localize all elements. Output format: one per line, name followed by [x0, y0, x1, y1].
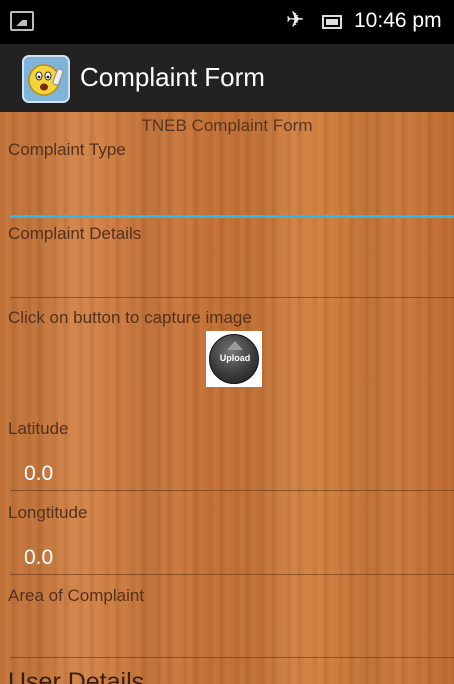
complaint-form: TNEB Complaint Form Complaint Type Compl…: [0, 112, 454, 684]
latitude-label: Latitude: [8, 419, 69, 438]
status-time: 10:46 pm: [354, 9, 442, 32]
complaint-type-label: Complaint Type: [8, 140, 126, 159]
upload-button[interactable]: Upload: [206, 331, 262, 387]
area-of-complaint-label: Area of Complaint: [8, 586, 145, 605]
action-bar: Complaint Form: [0, 44, 454, 112]
page-title: Complaint Form: [80, 62, 265, 92]
latitude-input[interactable]: 0.0: [10, 461, 454, 491]
notification-image-icon: [10, 11, 34, 31]
latitude-value: 0.0: [24, 462, 54, 485]
capture-image-label: Click on button to capture image: [8, 308, 252, 327]
upload-button-label: Upload: [219, 353, 251, 363]
battery-icon: [322, 15, 342, 29]
airplane-mode-icon: ✈: [286, 8, 305, 33]
complaint-type-input[interactable]: [10, 188, 454, 218]
status-bar: ✈ 10:46 pm: [0, 0, 454, 44]
app-screen: ✈ 10:46 pm Complaint Form TNEB Complaint…: [0, 0, 454, 684]
complaint-details-input[interactable]: [10, 268, 454, 298]
complaint-details-label: Complaint Details: [8, 224, 142, 243]
form-heading: TNEB Complaint Form: [141, 116, 313, 135]
user-details-heading: User Details: [8, 668, 145, 684]
surprised-face-icon[interactable]: [22, 55, 70, 103]
longitude-value: 0.0: [24, 546, 54, 569]
longitude-label: Longtitude: [8, 503, 88, 522]
area-of-complaint-input[interactable]: [10, 628, 454, 658]
upload-icon: Upload: [209, 334, 259, 384]
longitude-input[interactable]: 0.0: [10, 545, 454, 575]
upload-arrow-icon: [227, 341, 243, 350]
